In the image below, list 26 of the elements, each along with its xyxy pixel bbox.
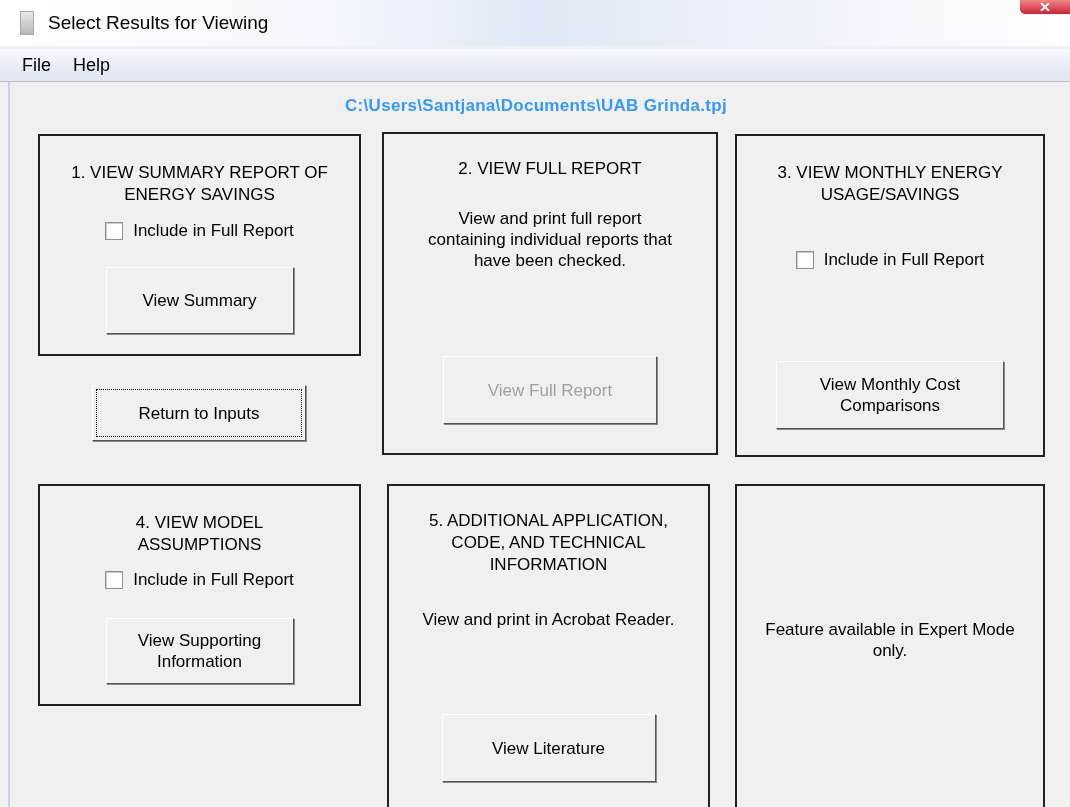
section-heading: 4. VIEW MODEL ASSUMPTIONS bbox=[134, 512, 265, 556]
checkbox-label: Include in Full Report bbox=[823, 250, 985, 270]
include-checkbox[interactable] bbox=[795, 251, 814, 269]
view-button[interactable]: View Summary bbox=[105, 267, 294, 334]
section-heading: 3. VIEW MONTHLY ENERGY USAGE/SAVINGS bbox=[776, 162, 1004, 206]
view-button[interactable]: View Supporting Information bbox=[105, 618, 294, 684]
close-icon bbox=[1039, 3, 1051, 11]
return-button[interactable]: Return to Inputs bbox=[92, 385, 306, 441]
app-icon bbox=[20, 11, 34, 35]
checkbox-label: Include in Full Report bbox=[133, 570, 294, 590]
view-button[interactable]: View Monthly Cost Comparisons bbox=[776, 361, 1004, 429]
menu-item[interactable]: Help bbox=[73, 54, 111, 76]
window-title: Select Results for Viewing bbox=[48, 12, 269, 34]
description-text: Feature available in Expert Mode only. bbox=[764, 619, 1016, 661]
checkbox-label: Include in Full Report bbox=[133, 221, 294, 241]
menu-item[interactable]: File bbox=[22, 54, 51, 76]
section-heading: 1. VIEW SUMMARY REPORT OF ENERGY SAVINGS bbox=[70, 162, 329, 206]
section-heading: 2. VIEW FULL REPORT bbox=[458, 158, 642, 180]
include-checkbox[interactable] bbox=[105, 571, 124, 589]
file-path: C:\Users\Santjana\Documents\UAB Grinda.tpj bbox=[344, 95, 728, 117]
view-button[interactable]: View Literature bbox=[441, 714, 656, 782]
section-heading: 5. ADDITIONAL APPLICATION, CODE, AND TECHNICAL INFORMATION bbox=[428, 510, 669, 576]
include-checkbox[interactable] bbox=[105, 222, 124, 240]
description-text: View and print in Acrobat Reader. bbox=[422, 609, 675, 630]
description-text: View and print full report containing individual reports that have been checked. bbox=[427, 208, 673, 271]
close-button[interactable] bbox=[1020, 0, 1070, 14]
